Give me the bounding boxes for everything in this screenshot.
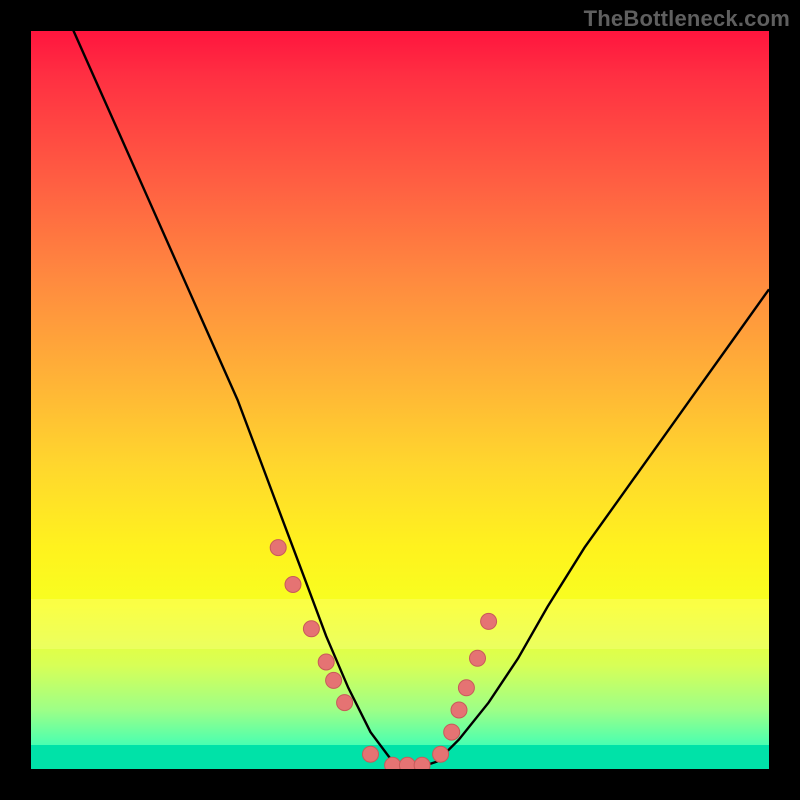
highlight-marker: [385, 757, 401, 769]
chart-frame: TheBottleneck.com: [0, 0, 800, 800]
watermark-text: TheBottleneck.com: [584, 6, 790, 32]
highlight-marker: [458, 680, 474, 696]
plot-area: [31, 31, 769, 769]
highlight-marker: [285, 577, 301, 593]
highlight-marker: [363, 746, 379, 762]
highlight-marker: [414, 757, 430, 769]
highlight-marker: [399, 757, 415, 769]
curve-layer: [31, 31, 769, 769]
highlight-marker: [451, 702, 467, 718]
highlight-marker: [326, 672, 342, 688]
highlight-marker: [337, 695, 353, 711]
highlight-marker: [270, 540, 286, 556]
highlight-marker: [470, 650, 486, 666]
highlight-marker: [303, 621, 319, 637]
bottleneck-curve: [31, 31, 769, 769]
highlight-marker: [318, 654, 334, 670]
highlight-marker: [444, 724, 460, 740]
highlight-marker: [481, 613, 497, 629]
highlight-marker: [433, 746, 449, 762]
